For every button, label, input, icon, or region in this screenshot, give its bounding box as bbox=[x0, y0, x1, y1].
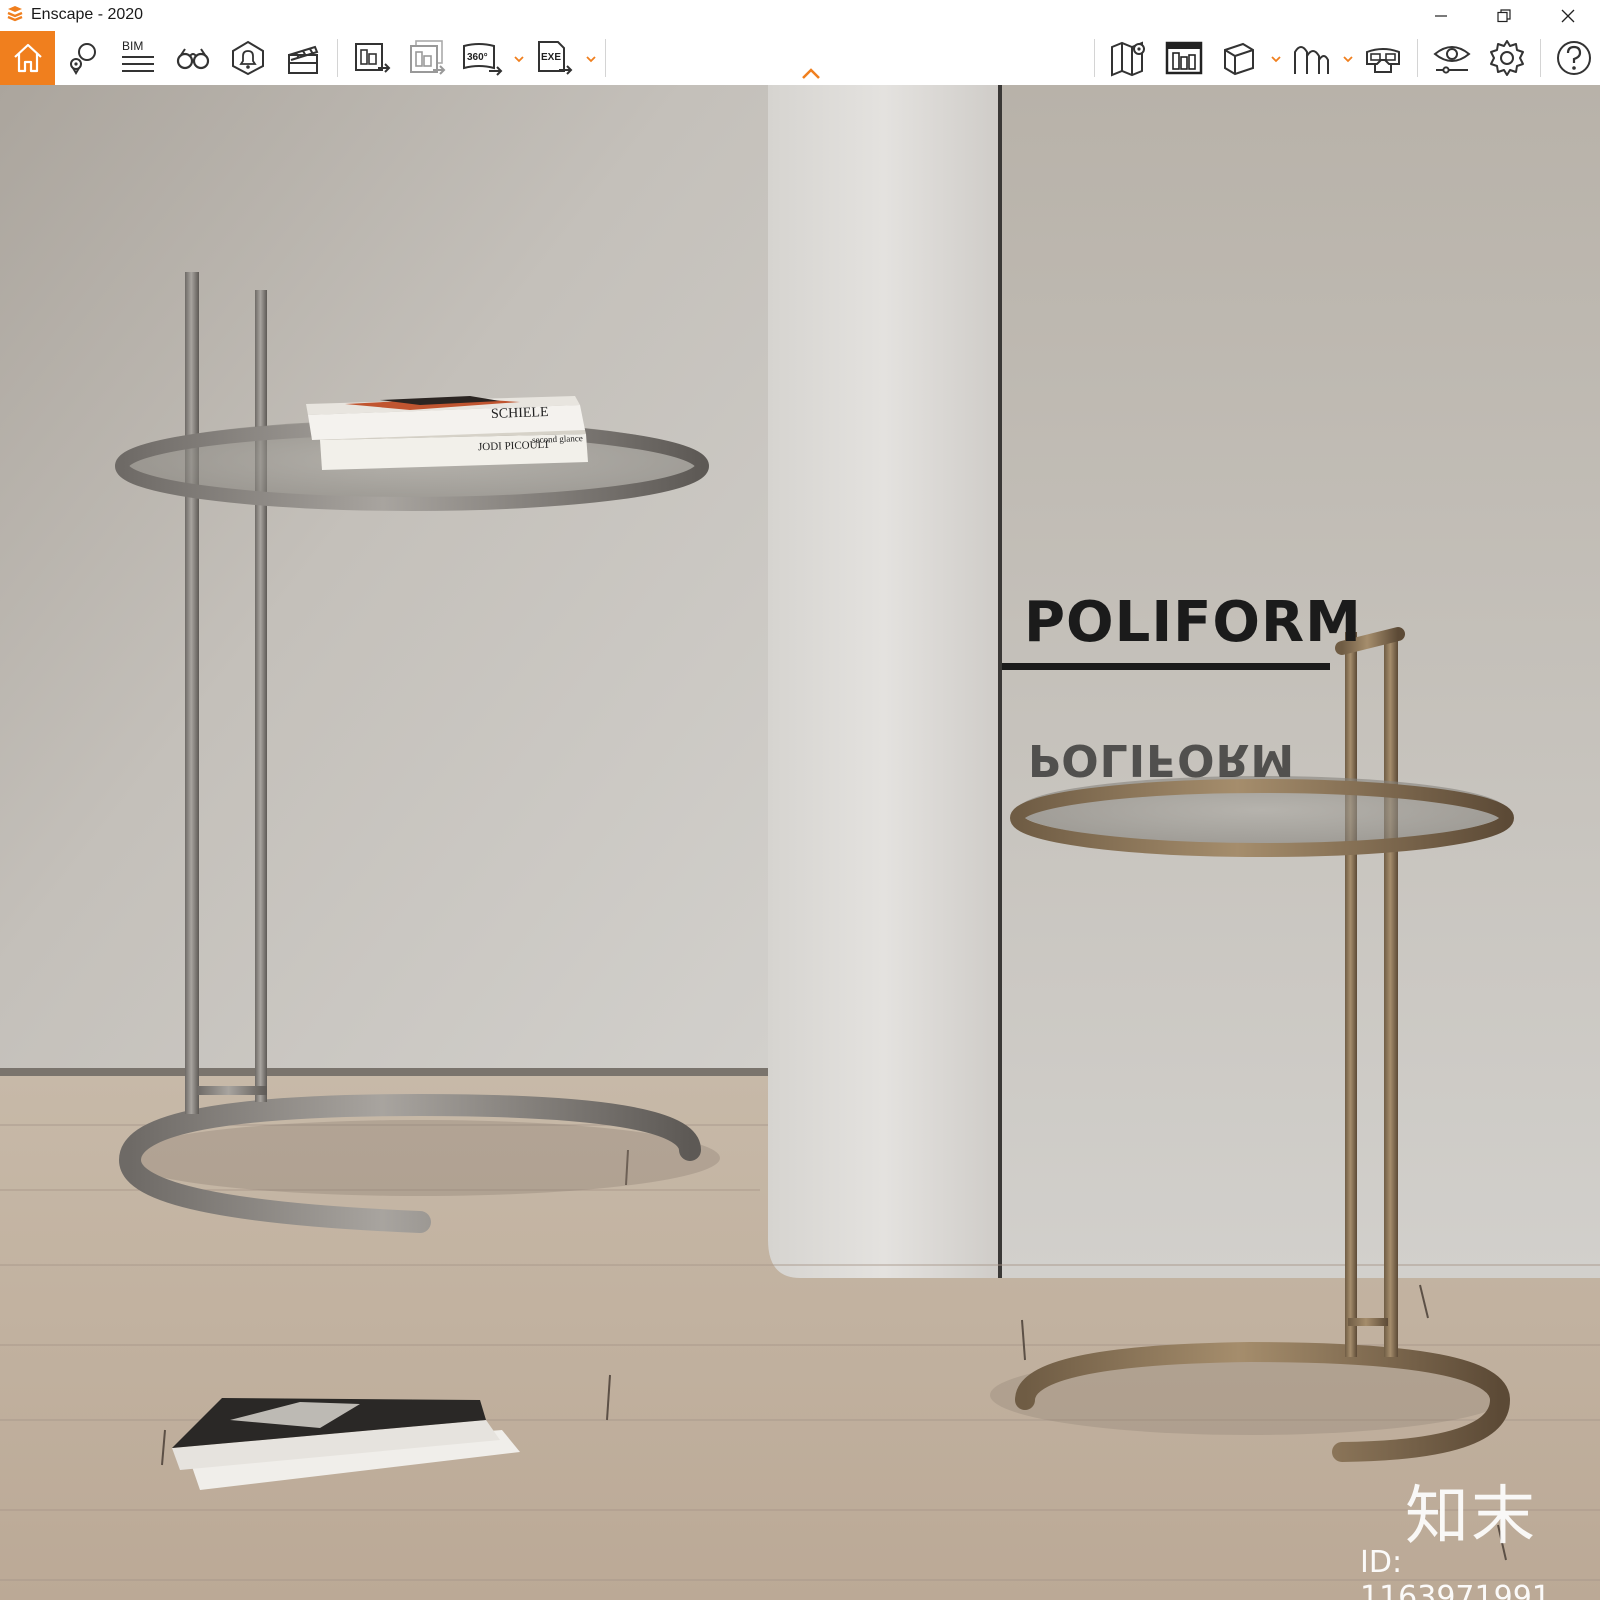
object-placement-button[interactable] bbox=[1217, 36, 1261, 80]
toolbar-separator bbox=[1417, 39, 1418, 77]
batch-render-button[interactable] bbox=[405, 36, 449, 80]
watermark-id: ID: 1163971991 bbox=[1360, 1545, 1551, 1600]
location-pin-icon bbox=[70, 43, 96, 75]
toolbar-separator bbox=[337, 39, 338, 77]
panorama-label: 360° bbox=[467, 52, 488, 63]
house-icon bbox=[13, 43, 42, 73]
book-title-schiele: SCHIELE bbox=[490, 405, 549, 423]
exe-export-icon: EXE bbox=[538, 41, 573, 75]
minimize-button[interactable] bbox=[1418, 0, 1464, 31]
image-export-icon bbox=[355, 43, 391, 73]
restore-button[interactable] bbox=[1481, 0, 1527, 31]
screenshot-button[interactable] bbox=[350, 36, 394, 80]
vr-headset-button[interactable] bbox=[1361, 36, 1405, 80]
map-icon bbox=[1111, 41, 1145, 77]
home-button[interactable] bbox=[0, 31, 55, 85]
toolbar-separator bbox=[1540, 39, 1541, 77]
toolbar-separator bbox=[605, 39, 606, 77]
brand-sign: POLIFORM bbox=[1024, 590, 1362, 655]
watermark-logo: 知末 bbox=[1405, 1480, 1537, 1554]
bell-icon bbox=[232, 40, 264, 76]
panorama-icon: 360° bbox=[463, 43, 503, 76]
collapse-toolbar-icon[interactable] bbox=[800, 67, 822, 81]
help-button[interactable] bbox=[1552, 36, 1596, 80]
object-dropdown-icon[interactable] bbox=[1270, 53, 1282, 65]
help-icon bbox=[1557, 41, 1591, 75]
window-title: Enscape - 2020 bbox=[31, 6, 144, 23]
close-icon bbox=[1561, 9, 1575, 22]
video-editor-button[interactable] bbox=[281, 36, 325, 80]
brand-reflection: POLIFORM bbox=[1028, 734, 1296, 785]
close-button[interactable] bbox=[1545, 0, 1591, 31]
gear-icon bbox=[1490, 40, 1524, 76]
settings-button[interactable] bbox=[1485, 36, 1529, 80]
panorama-dropdown-icon[interactable] bbox=[513, 53, 525, 65]
atmosphere-dropdown-icon[interactable] bbox=[1342, 53, 1354, 65]
book-subtitle: second glance bbox=[531, 433, 583, 445]
exe-dropdown-icon[interactable] bbox=[585, 53, 597, 65]
cube-icon bbox=[1224, 42, 1254, 76]
asset-library-button[interactable] bbox=[1162, 36, 1206, 80]
map-button[interactable] bbox=[1107, 36, 1151, 80]
exe-label: EXE bbox=[541, 52, 561, 63]
sound-button[interactable] bbox=[226, 36, 270, 80]
clapperboard-icon bbox=[288, 45, 319, 74]
views-button[interactable] bbox=[61, 36, 105, 80]
batch-export-icon bbox=[410, 40, 446, 75]
binoculars-icon bbox=[176, 48, 210, 70]
toolbar-separator bbox=[1094, 39, 1095, 77]
panorama-button[interactable]: 360° bbox=[460, 36, 504, 80]
exe-export-button[interactable]: EXE bbox=[532, 36, 576, 80]
restore-icon bbox=[1497, 8, 1511, 22]
bim-label: BIM bbox=[122, 39, 143, 53]
eye-settings-icon bbox=[1433, 46, 1471, 74]
asset-library-icon bbox=[1165, 41, 1203, 75]
scene-render bbox=[0, 85, 1600, 1600]
bim-list-icon: BIM bbox=[122, 39, 154, 72]
enscape-logo-icon bbox=[7, 6, 23, 22]
minimize-icon bbox=[1435, 14, 1447, 17]
bim-button[interactable]: BIM bbox=[116, 36, 160, 80]
atmosphere-button[interactable] bbox=[1289, 36, 1333, 80]
arches-icon bbox=[1294, 46, 1329, 74]
title-bar: Enscape - 2020 bbox=[0, 0, 1600, 31]
visual-settings-button[interactable] bbox=[1430, 36, 1474, 80]
binoculars-button[interactable] bbox=[171, 36, 215, 80]
enscape-toolbar: BIM 360° EXE bbox=[0, 31, 1600, 86]
vr-headset-icon bbox=[1366, 48, 1400, 73]
render-viewport[interactable]: SCHIELE JODI PICOULT second glance POLIF… bbox=[0, 85, 1600, 1600]
